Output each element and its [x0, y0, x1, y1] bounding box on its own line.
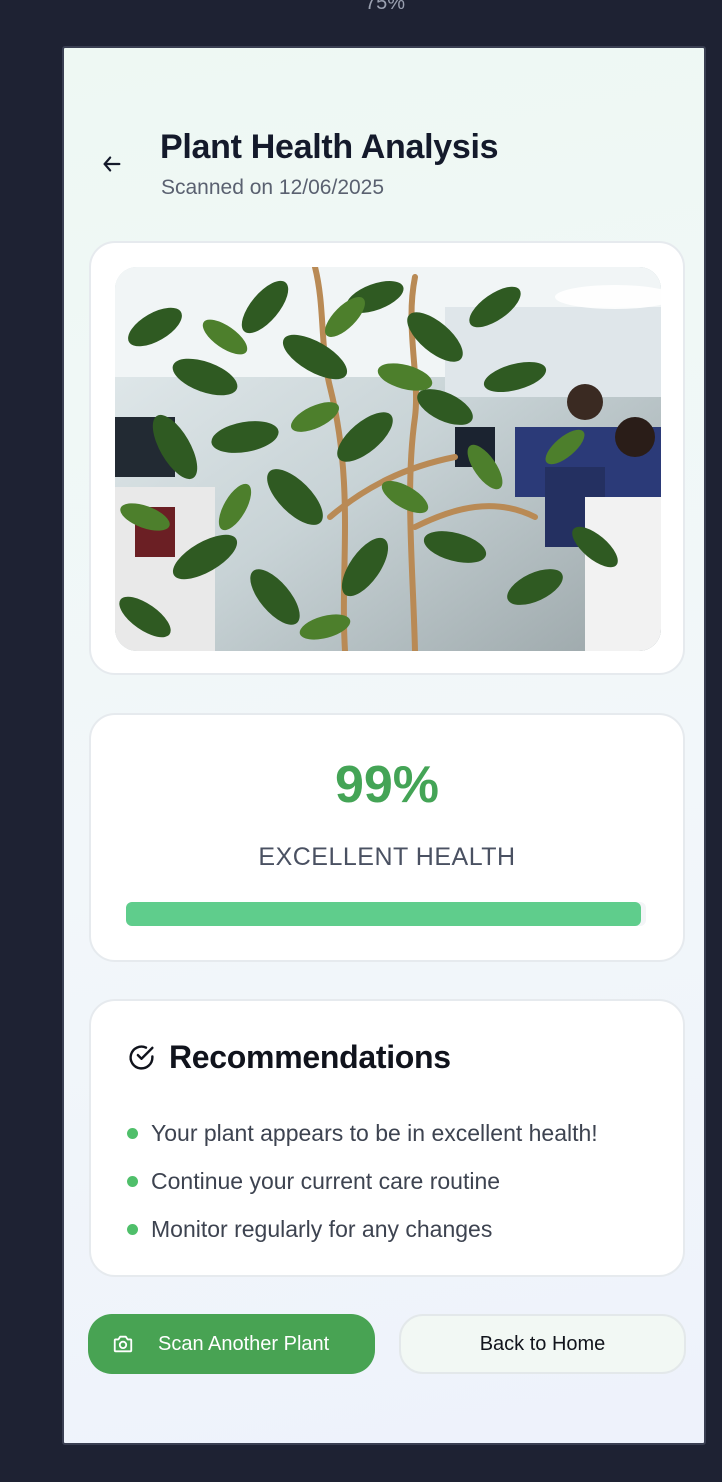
- list-item: Monitor regularly for any changes: [127, 1205, 598, 1253]
- health-progress-bar: [126, 902, 646, 926]
- recommendation-text: Your plant appears to be in excellent he…: [151, 1119, 598, 1146]
- page-header: Plant Health Analysis Scanned on 12/06/2…: [64, 128, 704, 208]
- back-button[interactable]: [96, 148, 128, 180]
- bullet-icon: [127, 1223, 138, 1235]
- list-item: Your plant appears to be in excellent he…: [127, 1109, 598, 1157]
- health-status: EXCELLENT HEALTH: [258, 843, 516, 871]
- health-progress-fill: [126, 902, 641, 926]
- bullet-icon: [127, 1127, 138, 1139]
- recommendation-text: Continue your current care routine: [151, 1167, 501, 1194]
- home-button-label: Back to Home: [479, 1332, 606, 1355]
- recommendation-text: Monitor regularly for any changes: [151, 1215, 493, 1242]
- recommendations-header: Recommendations: [127, 1037, 451, 1077]
- recommendations-card: Recommendations Your plant appears to be…: [89, 999, 685, 1277]
- list-item: Continue your current care routine: [127, 1157, 598, 1205]
- page-title: Plant Health Analysis: [160, 128, 499, 166]
- scan-button-label: Scan Another Plant: [158, 1332, 330, 1355]
- plant-photo-card: [89, 241, 685, 675]
- app-screen: Plant Health Analysis Scanned on 12/06/2…: [62, 46, 706, 1445]
- recommendations-title: Recommendations: [169, 1038, 451, 1075]
- scan-date: Scanned on 12/06/2025: [161, 176, 385, 199]
- plant-photo: [115, 267, 661, 651]
- check-circle-icon: [129, 1044, 154, 1070]
- scan-another-plant-button[interactable]: Scan Another Plant: [88, 1314, 375, 1374]
- camera-icon: [112, 1333, 134, 1355]
- recommendations-list: Your plant appears to be in excellent he…: [127, 1109, 598, 1253]
- zoom-level: 75%: [364, 0, 406, 14]
- health-score: 99%: [334, 756, 440, 814]
- health-score-card: 99% EXCELLENT HEALTH: [89, 713, 685, 962]
- arrow-left-icon: [103, 156, 121, 172]
- back-to-home-button[interactable]: Back to Home: [399, 1314, 686, 1374]
- bullet-icon: [127, 1175, 138, 1187]
